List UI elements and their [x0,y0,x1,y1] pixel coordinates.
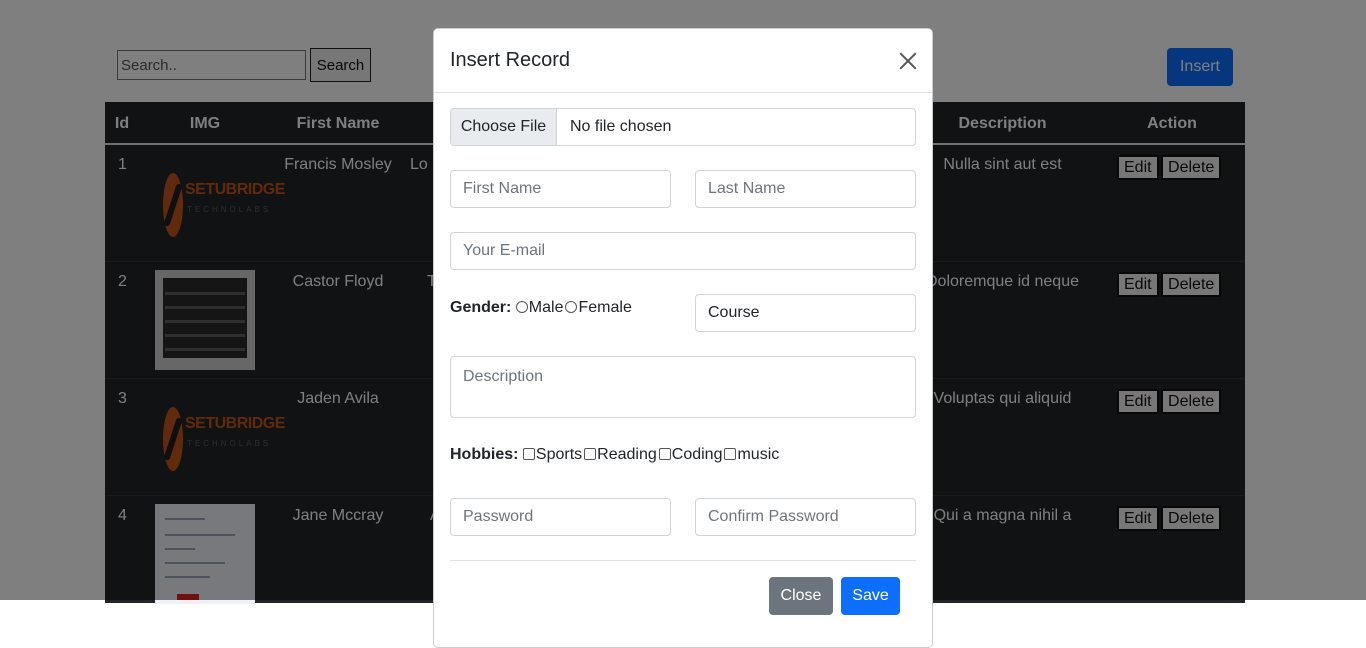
music-checkbox[interactable] [724,448,737,460]
reading-label: Reading [597,446,657,463]
gender-label: Gender: [450,299,512,316]
female-label: Female [578,299,632,316]
modal-title: Insert Record [450,49,571,71]
choose-file-button[interactable]: Choose File [451,109,557,145]
close-button[interactable]: Close [769,577,833,615]
gender-group: Gender: Male Female [450,299,632,317]
modal-header: Insert Record [434,29,932,93]
coding-label: Coding [671,446,723,463]
modal-divider [450,560,916,561]
page: Search Insert Id IMG First Name Descript… [0,0,1366,648]
coding-checkbox[interactable] [658,448,671,460]
reading-checkbox[interactable] [584,448,597,460]
description-textarea[interactable] [450,356,916,418]
male-radio[interactable] [515,301,528,313]
sports-label: Sports [535,446,583,463]
last-name-input[interactable] [695,170,916,208]
hobbies-group: Hobbies: Sports Reading Coding music [450,446,779,464]
close-icon[interactable] [894,47,922,75]
female-radio[interactable] [565,301,578,313]
confirm-password-input[interactable] [695,498,916,536]
email-input[interactable] [450,232,916,270]
music-label: music [737,446,780,463]
hobbies-label: Hobbies: [450,446,519,463]
sports-checkbox[interactable] [522,448,535,460]
password-input[interactable] [450,498,671,536]
course-select[interactable]: Course [695,294,916,332]
insert-record-modal: Insert Record Choose File No file chosen… [433,28,933,648]
first-name-input[interactable] [450,170,671,208]
save-button[interactable]: Save [841,577,900,615]
file-input[interactable]: Choose File No file chosen [450,108,916,146]
file-status: No file chosen [570,118,672,135]
male-label: Male [528,299,564,316]
